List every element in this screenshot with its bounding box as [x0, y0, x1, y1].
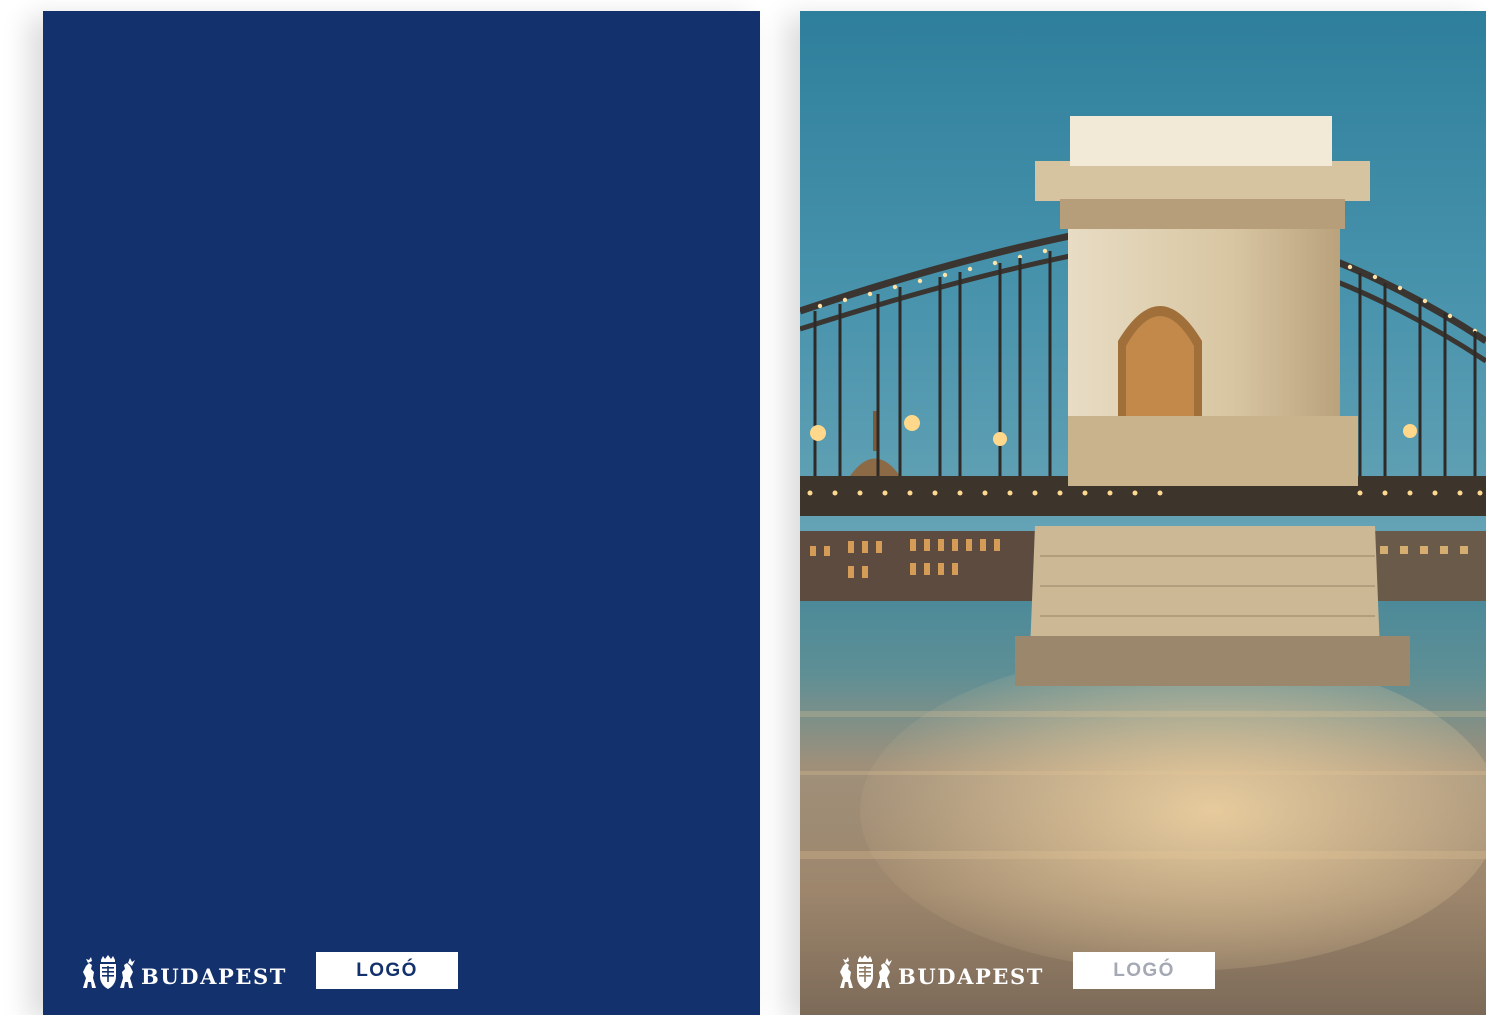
budapest-coat-of-arms-icon: [83, 955, 135, 989]
budapest-brand: BUDAPEST: [836, 952, 1044, 992]
blue-poster-card: BUDAPEST LOGÓ: [43, 11, 760, 1015]
photo-poster-card: BUDAPEST LOGÓ: [800, 11, 1486, 1015]
logo-label: LOGÓ: [356, 959, 418, 981]
logo-label: LOGÓ: [1113, 959, 1175, 981]
budapest-brand: BUDAPEST: [79, 952, 287, 992]
logo-placeholder-box: LOGÓ: [316, 952, 458, 989]
budapest-coat-of-arms-icon: [840, 955, 892, 989]
logo-placeholder-box: LOGÓ: [1073, 952, 1215, 989]
brand-wordmark: BUDAPEST: [898, 963, 1044, 989]
poster-footer: BUDAPEST LOGÓ: [836, 952, 1215, 992]
chain-bridge-photo: [800, 11, 1486, 1015]
poster-footer: BUDAPEST LOGÓ: [79, 952, 458, 992]
brand-wordmark: BUDAPEST: [141, 963, 287, 989]
canvas: BUDAPEST LOGÓ BUDAPEST LOGÓ: [0, 0, 1486, 1015]
